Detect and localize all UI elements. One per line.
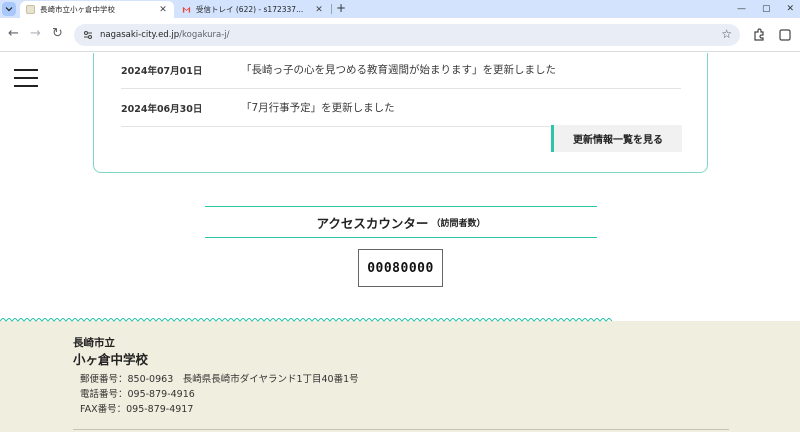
footer-postal-address: 郵便番号：850-0963 長崎県長崎市ダイヤランド1丁目40番1号: [80, 374, 359, 385]
browser-toolbar: ← → ↻ nagasaki-city.ed.jp/kogakura-j/ ☆: [0, 18, 800, 52]
minimize-icon[interactable]: —: [737, 4, 746, 14]
access-counter-value: 00080000: [358, 249, 443, 287]
school-favicon-icon: [26, 5, 35, 14]
news-title-link[interactable]: 「長崎っ子の心を見つめる教育週間が始まります」を更新しました: [241, 62, 556, 77]
close-icon[interactable]: ✕: [314, 5, 324, 15]
new-tab-button[interactable]: +: [336, 1, 346, 15]
bookmark-star-icon[interactable]: ☆: [721, 27, 732, 41]
tab-school[interactable]: 長崎市立小ヶ倉中学校 ✕: [20, 1, 174, 18]
news-title-link[interactable]: 「7月行事予定」を更新しました: [241, 100, 395, 115]
tab-title: 長崎市立小ヶ倉中学校: [40, 5, 115, 14]
menu-hamburger-icon[interactable]: [14, 69, 38, 89]
close-icon[interactable]: ✕: [158, 5, 168, 15]
extensions-icon[interactable]: [752, 28, 766, 42]
news-item[interactable]: 2024年07月01日 「長崎っ子の心を見つめる教育週間が始まります」を更新しま…: [121, 53, 681, 89]
tab-gmail[interactable]: 受信トレイ (622) - s172337... ✕: [176, 1, 330, 18]
news-more-button[interactable]: 更新情報一覧を見る: [551, 125, 682, 152]
news-date: 2024年06月30日: [121, 103, 203, 115]
access-counter-subtitle: （訪問者数）: [431, 218, 486, 229]
footer-fax: FAX番号：095-879-4917: [80, 404, 194, 415]
footer-city: 長崎市立: [73, 337, 115, 349]
url-path: /kogakura-j/: [179, 30, 230, 40]
close-window-icon[interactable]: ✕: [786, 4, 794, 14]
tab-search-button[interactable]: [2, 2, 16, 16]
news-date: 2024年07月01日: [121, 65, 203, 77]
web-page: 2024年07月01日 「長崎っ子の心を見つめる教育週間が始まります」を更新しま…: [0, 53, 800, 432]
footer-phone: 電話番号：095-879-4916: [80, 389, 195, 400]
tab-divider: [331, 4, 332, 14]
chevron-down-icon: [5, 7, 13, 12]
news-item[interactable]: 2024年06月30日 「7月行事予定」を更新しました: [121, 89, 681, 127]
address-bar[interactable]: nagasaki-city.ed.jp/kogakura-j/ ☆: [74, 24, 740, 46]
window-controls: — ▢ ✕: [737, 0, 794, 18]
maximize-icon[interactable]: ▢: [762, 4, 771, 14]
site-footer: 長崎市立 小ヶ倉中学校 郵便番号：850-0963 長崎県長崎市ダイヤランド1丁…: [0, 318, 800, 432]
footer-zigzag-border: [0, 318, 613, 322]
footer-school-name: 小ヶ倉中学校: [73, 352, 149, 367]
access-counter-title: アクセスカウンター: [316, 215, 429, 231]
profile-icon[interactable]: [778, 28, 792, 42]
gmail-icon: [182, 6, 191, 13]
browser-tabbar: 長崎市立小ヶ倉中学校 ✕ 受信トレイ (622) - s172337... ✕ …: [0, 0, 800, 18]
back-button[interactable]: ←: [8, 27, 19, 41]
tab-title: 受信トレイ (622) - s172337...: [196, 5, 304, 14]
access-counter-heading: アクセスカウンター （訪問者数）: [205, 206, 597, 238]
reload-button[interactable]: ↻: [52, 27, 63, 41]
footer-divider: [73, 429, 729, 430]
url-host: nagasaki-city.ed.jp: [100, 30, 180, 40]
forward-button[interactable]: →: [30, 27, 41, 41]
news-panel: 2024年07月01日 「長崎っ子の心を見つめる教育週間が始まります」を更新しま…: [93, 53, 708, 173]
site-info-icon[interactable]: [82, 29, 94, 41]
